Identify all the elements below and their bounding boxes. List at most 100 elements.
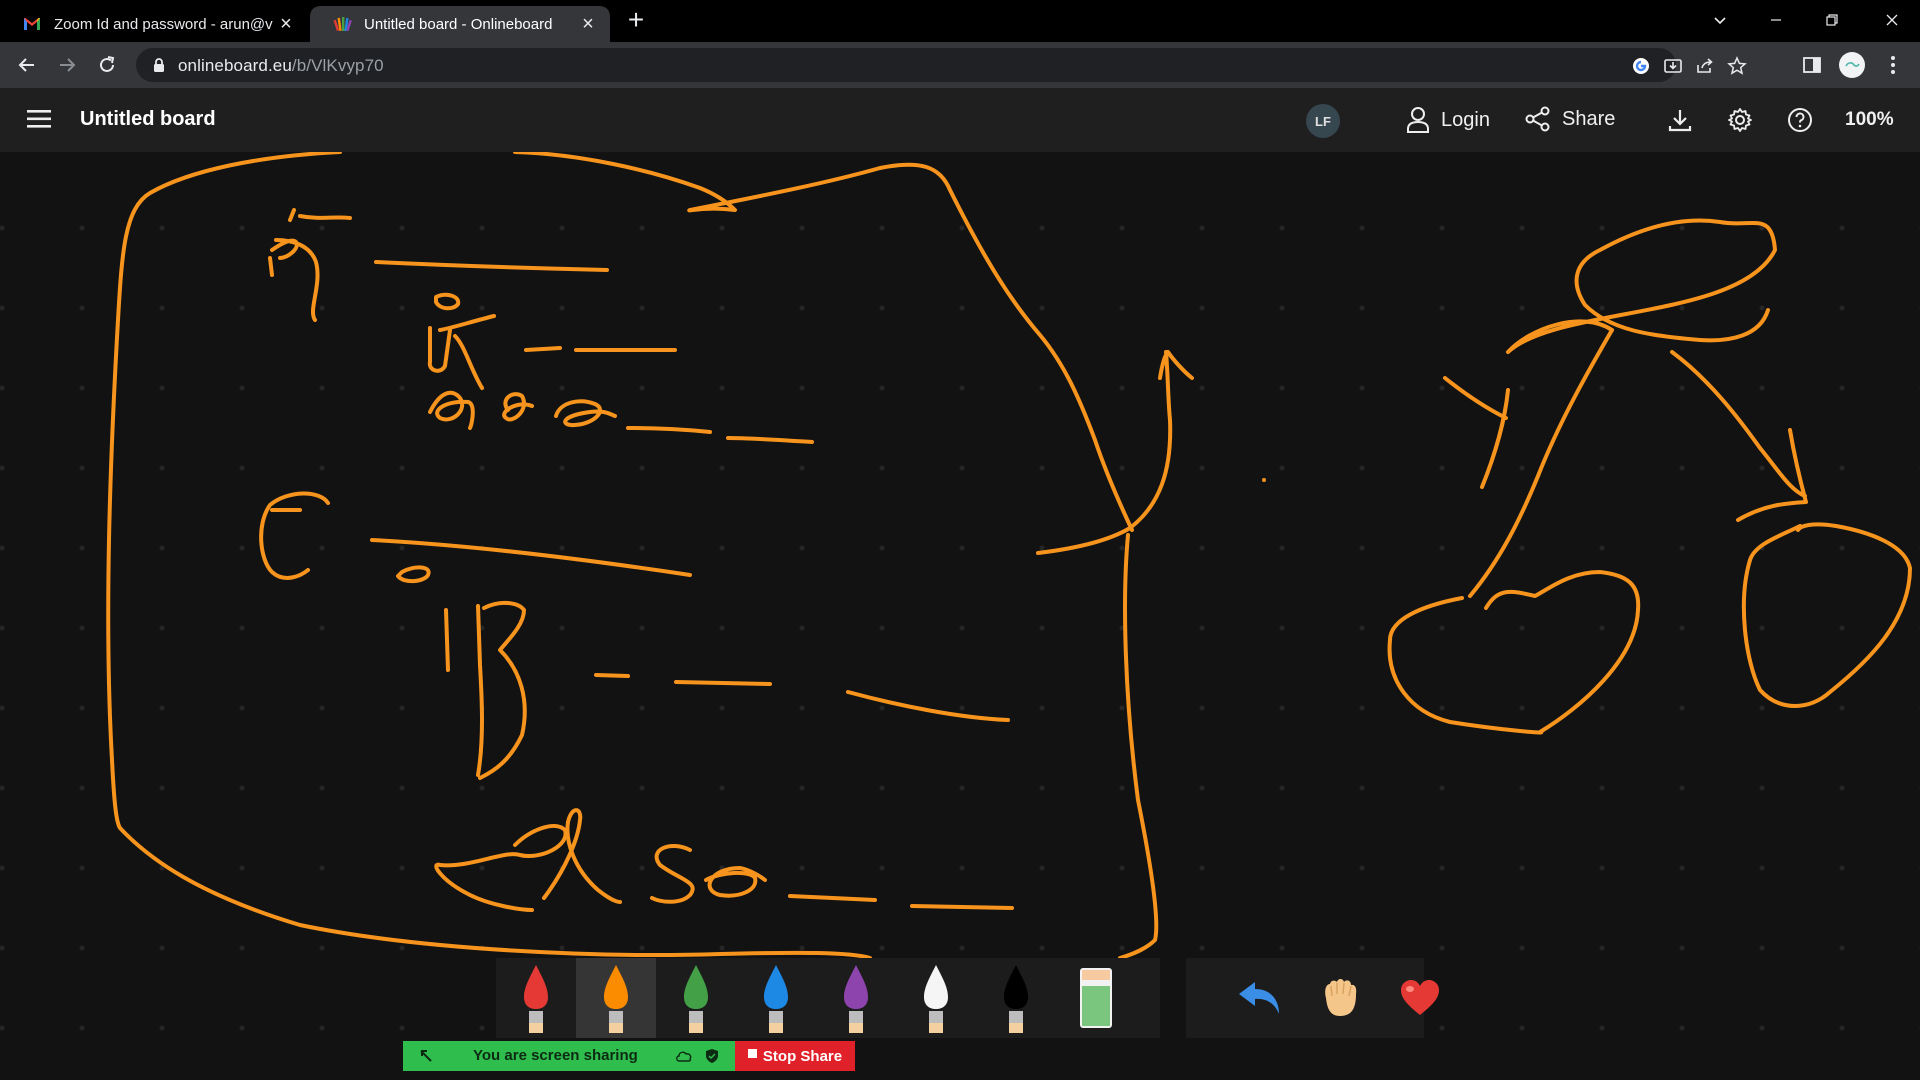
palette-separator <box>1160 958 1186 1038</box>
back-button[interactable] <box>12 50 42 80</box>
tab-title: Zoom Id and password - arun@v <box>54 15 273 33</box>
reload-icon <box>100 56 115 72</box>
close-tab-icon[interactable]: × <box>276 13 296 36</box>
whiteboard-canvas[interactable] <box>0 152 1920 1080</box>
stroke-frame-top <box>513 152 1134 532</box>
close-tab-icon[interactable]: × <box>578 13 598 36</box>
board-title[interactable]: Untitled board <box>80 108 216 131</box>
shield-check-icon <box>706 1049 718 1063</box>
blue-brush-icon <box>764 965 788 1033</box>
stroke-if-3 <box>396 565 527 780</box>
pan-hand-button[interactable] <box>1300 958 1380 1038</box>
login-button[interactable]: Login <box>1405 106 1490 134</box>
close-window-button[interactable] <box>1864 0 1920 40</box>
brush-green-button[interactable] <box>656 958 736 1038</box>
tool-palette <box>496 958 1439 1038</box>
stop-share-button[interactable]: Stop Share <box>735 1041 855 1071</box>
google-lens-icon[interactable] <box>1630 55 1652 77</box>
stroke-if-top <box>268 208 352 322</box>
stroke-frame-right <box>1118 533 1159 960</box>
eraser-icon <box>1080 968 1112 1028</box>
tab-search-icon[interactable] <box>1692 0 1748 40</box>
white-brush-icon <box>924 965 948 1033</box>
minimize-button[interactable] <box>1748 0 1804 40</box>
stroke-else-2 <box>428 390 617 430</box>
stroke-dot <box>1262 478 1266 482</box>
screen-sharing-label: You are screen sharing <box>473 1047 638 1064</box>
url-domain: onlineboard.eu <box>178 56 292 75</box>
arrow-right-icon <box>60 58 76 72</box>
share-icon <box>1525 106 1550 132</box>
install-app-icon[interactable] <box>1662 55 1684 77</box>
stroke-node-right <box>1741 522 1912 708</box>
browser-tab-strip: Zoom Id and password - arun@v × Untitled… <box>0 0 1920 42</box>
share-page-icon[interactable] <box>1694 55 1716 77</box>
stroke-branch-right <box>1670 350 1808 522</box>
hamburger-menu-icon[interactable] <box>26 108 52 135</box>
help-icon[interactable] <box>1785 105 1815 135</box>
app-header: Untitled board LF Login Share 100% <box>0 88 1920 152</box>
gmail-icon <box>24 18 40 30</box>
user-icon <box>1407 107 1429 133</box>
stroke-c <box>259 491 330 580</box>
stroke-node-root <box>1506 218 1777 354</box>
heart-icon <box>1401 980 1439 1015</box>
drag-handle-icon[interactable] <box>419 1049 433 1063</box>
forward-button[interactable] <box>52 50 82 80</box>
freehand-drawing <box>106 152 1912 960</box>
stroke-dash-4 <box>788 894 1014 910</box>
brush-blue-button[interactable] <box>736 958 816 1038</box>
stroke-frame-left <box>106 152 872 960</box>
settings-gear-icon[interactable] <box>1725 105 1755 135</box>
tab-title: Untitled board - Onlineboard <box>364 15 553 33</box>
profile-avatar[interactable] <box>1839 52 1865 78</box>
lock-icon <box>154 58 164 72</box>
restore-button[interactable] <box>1804 0 1860 40</box>
brush-black-button[interactable] <box>976 958 1056 1038</box>
brush-red-button[interactable] <box>496 958 576 1038</box>
undo-button[interactable] <box>1220 958 1300 1038</box>
undo-icon <box>1239 982 1279 1014</box>
brush-white-button[interactable] <box>896 958 976 1038</box>
purple-brush-icon <box>844 965 868 1033</box>
stroke-label-y <box>1443 376 1510 489</box>
stroke-line-1 <box>374 260 609 272</box>
side-panel-icon[interactable] <box>1799 52 1825 78</box>
url-text: onlineboard.eu/b/VlKvyp70 <box>178 56 384 76</box>
stroke-line-2 <box>370 538 692 577</box>
stroke-dash-1 <box>524 346 677 352</box>
stroke-dash-3 <box>594 673 1010 722</box>
black-brush-icon <box>1004 965 1028 1033</box>
onlineboard-icon <box>333 17 352 32</box>
brush-purple-button[interactable] <box>816 958 896 1038</box>
address-bar[interactable]: onlineboard.eu/b/VlKvyp70 <box>136 48 1747 82</box>
reload-button[interactable] <box>92 50 122 80</box>
stop-square-icon <box>747 1048 757 1058</box>
tab-onlineboard[interactable]: Untitled board - Onlineboard × <box>310 6 610 42</box>
stroke-node-left <box>1387 570 1641 735</box>
tab-gmail[interactable]: Zoom Id and password - arun@v × <box>0 6 308 42</box>
reaction-heart-button[interactable] <box>1380 958 1460 1038</box>
stroke-if-2 <box>427 292 496 390</box>
zoom-sharing-bar[interactable]: You are screen sharing <box>403 1041 735 1071</box>
arrow-left-icon <box>18 58 34 72</box>
share-button[interactable]: Share <box>1524 106 1615 132</box>
share-label: Share <box>1562 107 1616 130</box>
red-brush-icon <box>524 965 548 1033</box>
zoom-level[interactable]: 100% <box>1845 109 1894 131</box>
browser-toolbar: onlineboard.eu/b/VlKvyp70 <box>0 42 1920 88</box>
bookmark-star-icon[interactable] <box>1726 55 1748 77</box>
download-icon[interactable] <box>1665 105 1695 135</box>
brush-orange-button[interactable] <box>576 958 656 1038</box>
hand-icon <box>1325 979 1357 1016</box>
green-brush-icon <box>684 965 708 1033</box>
stroke-arrow-out <box>1036 350 1194 555</box>
stroke-else-bottom <box>434 808 767 912</box>
eraser-button[interactable] <box>1056 958 1136 1038</box>
new-tab-button[interactable]: + <box>622 6 650 36</box>
stroke-dash-2 <box>626 426 814 444</box>
user-avatar[interactable]: LF <box>1306 104 1340 138</box>
url-path: /b/VlKvyp70 <box>291 56 384 75</box>
browser-menu-icon[interactable] <box>1880 52 1906 78</box>
orange-brush-icon <box>604 965 628 1033</box>
